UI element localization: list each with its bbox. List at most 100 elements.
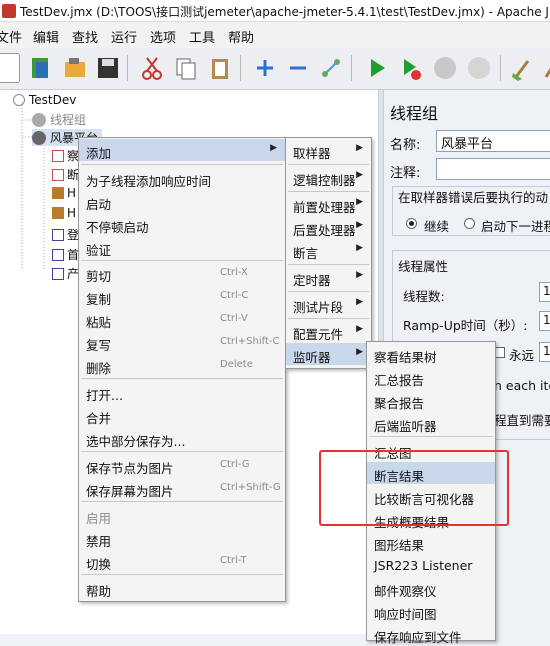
add-test-fragment[interactable]: 测试片段 ▶ bbox=[286, 293, 371, 315]
tree-child-1[interactable]: 察 bbox=[52, 147, 79, 164]
ctx-toggle[interactable]: 切换 Ctrl-T bbox=[79, 550, 285, 572]
paste-icon[interactable] bbox=[205, 53, 235, 83]
chevron-right-icon: ▶ bbox=[356, 197, 363, 207]
add-config-element[interactable]: 配置元件 ▶ bbox=[286, 320, 371, 342]
tree-root-node[interactable]: TestDev bbox=[13, 93, 76, 107]
ctx-delete[interactable]: 删除 Delete bbox=[79, 354, 285, 376]
tree-node-thread-group[interactable]: 线程组 bbox=[32, 111, 86, 128]
listener-save-responses[interactable]: 保存响应到文件 bbox=[367, 623, 495, 645]
tree-child-3[interactable]: H bbox=[52, 186, 76, 200]
add-timer[interactable]: 定时器 ▶ bbox=[286, 266, 371, 288]
listener-aggregate-report[interactable]: 聚合报告 bbox=[367, 389, 495, 411]
open-icon[interactable] bbox=[60, 53, 90, 83]
radio-continue[interactable] bbox=[406, 218, 417, 229]
toggle-icon[interactable] bbox=[316, 53, 346, 83]
stop-icon[interactable] bbox=[430, 53, 460, 83]
listener-response-time-graph[interactable]: 响应时间图 bbox=[367, 600, 495, 622]
thread-properties-label: 线程属性 bbox=[398, 259, 449, 274]
annotation-highlight-box bbox=[319, 450, 509, 526]
ctx-paste[interactable]: 粘贴 Ctrl-V bbox=[79, 308, 285, 330]
new-file-icon[interactable] bbox=[0, 53, 20, 83]
templates-icon[interactable] bbox=[26, 53, 56, 83]
delay-creation-label: 程直到需要 bbox=[494, 413, 550, 428]
collapse-icon[interactable] bbox=[283, 53, 313, 83]
ctx-add-response-time[interactable]: 为子线程添加响应时间 bbox=[79, 167, 285, 189]
menu-bar: 文件 编辑 查找 运行 选项 工具 帮助 bbox=[0, 22, 550, 48]
ctx-duplicate[interactable]: 复写 Ctrl+Shift-C bbox=[79, 331, 285, 353]
add-submenu: 取样器 ▶ 逻辑控制器 ▶ 前置处理器 ▶ 后置处理器 ▶ 断言 ▶ 定时器 ▶ 测试片段 ▶… bbox=[285, 137, 372, 369]
panel-title: 线程组 bbox=[390, 104, 439, 123]
add-listener[interactable]: 监听器 ▶ bbox=[286, 343, 371, 365]
ctx-enable: 启用 bbox=[86, 511, 112, 526]
start-icon[interactable] bbox=[362, 53, 392, 83]
menu-tools[interactable]: 工具 bbox=[189, 27, 215, 46]
threads-field[interactable]: 1 bbox=[539, 282, 550, 302]
forever-label: 永远 bbox=[509, 348, 535, 363]
chevron-right-icon: ▶ bbox=[356, 270, 363, 280]
context-menu: 添加 ▶ 为子线程添加响应时间 启动 不停顿启动 验证 剪切 Ctrl-X 复制 Ct… bbox=[78, 137, 286, 602]
comment-field[interactable] bbox=[436, 158, 550, 180]
menu-edit[interactable]: 编辑 bbox=[33, 27, 59, 46]
ctx-copy[interactable]: 复制 Ctrl-C bbox=[79, 285, 285, 307]
tree-child-5[interactable]: 登 bbox=[52, 226, 79, 243]
radio-next-loop-label: 启动下一进程 bbox=[481, 219, 550, 234]
ctx-help[interactable]: 帮助 bbox=[79, 577, 285, 599]
ctx-save-selection[interactable]: 选中部分保存为... bbox=[79, 427, 285, 449]
sampler-error-label: 在取样器错误后要执行的动 bbox=[398, 190, 549, 205]
ctx-add[interactable]: 添加 ▶ bbox=[79, 139, 285, 161]
start-no-pause-icon[interactable] bbox=[396, 53, 426, 83]
radio-next-loop[interactable] bbox=[464, 218, 475, 229]
tree-child-6[interactable]: 首 bbox=[52, 246, 79, 263]
expand-icon[interactable] bbox=[250, 53, 280, 83]
menu-search[interactable]: 查找 bbox=[72, 27, 98, 46]
ctx-save-screen-image[interactable]: 保存屏幕为图片 Ctrl+Shift-G bbox=[79, 477, 285, 499]
add-postprocessor[interactable]: 后置处理器 ▶ bbox=[286, 216, 371, 238]
menu-options[interactable]: 选项 bbox=[150, 27, 176, 46]
cut-icon[interactable] bbox=[137, 53, 167, 83]
toolbar bbox=[0, 48, 550, 90]
ctx-open[interactable]: 打开... bbox=[79, 381, 285, 403]
clear-icon[interactable] bbox=[508, 53, 538, 83]
menu-help[interactable]: 帮助 bbox=[228, 27, 254, 46]
rampup-label: Ramp-Up时间（秒）: bbox=[403, 318, 528, 333]
listener-summary-report[interactable]: 汇总报告 bbox=[367, 366, 495, 388]
name-field[interactable]: 风暴平台 bbox=[436, 130, 550, 152]
ctx-disable[interactable]: 禁用 bbox=[79, 527, 285, 549]
gear-icon bbox=[32, 131, 46, 145]
ctx-start[interactable]: 启动 bbox=[79, 190, 285, 212]
comment-label: 注释: bbox=[390, 166, 421, 181]
name-label: 名称: bbox=[390, 138, 421, 153]
same-user-label: n each ite bbox=[494, 378, 550, 393]
tree-child-7[interactable]: 产 bbox=[52, 265, 79, 282]
ctx-cut[interactable]: 剪切 Ctrl-X bbox=[79, 262, 285, 284]
chevron-right-icon: ▶ bbox=[356, 170, 363, 180]
ctx-save-node-image[interactable]: 保存节点为图片 Ctrl-G bbox=[79, 454, 285, 476]
listener-jsr223[interactable]: JSR223 Listener bbox=[367, 554, 495, 576]
ctx-validate[interactable]: 验证 bbox=[79, 236, 285, 258]
listener-graph-results[interactable]: 图形结果 bbox=[367, 531, 495, 553]
menu-run[interactable]: 运行 bbox=[111, 27, 137, 46]
add-sampler[interactable]: 取样器 ▶ bbox=[286, 139, 371, 161]
gear-icon bbox=[32, 113, 46, 127]
listener-backend[interactable]: 后端监听器 bbox=[367, 412, 495, 434]
add-preprocessor[interactable]: 前置处理器 ▶ bbox=[286, 193, 371, 215]
add-assertion[interactable]: 断言 ▶ bbox=[286, 239, 371, 261]
copy-icon[interactable] bbox=[171, 53, 201, 83]
save-icon[interactable] bbox=[93, 53, 123, 83]
tree-child-4[interactable]: H bbox=[52, 206, 76, 220]
loop-count-field[interactable]: 1 bbox=[539, 342, 550, 362]
test-plan-icon bbox=[13, 94, 25, 106]
rampup-field[interactable]: 1 bbox=[539, 311, 550, 331]
window-title: TestDev.jmx (D:\TOOS\接口测试jemeter\apache-… bbox=[20, 5, 550, 19]
listener-mailer[interactable]: 邮件观察仪 bbox=[367, 577, 495, 599]
ctx-merge[interactable]: 合并 bbox=[79, 404, 285, 426]
chevron-right-icon: ▶ bbox=[356, 220, 363, 230]
chevron-right-icon: ▶ bbox=[356, 243, 363, 253]
clear-all-icon[interactable] bbox=[540, 53, 550, 83]
shutdown-icon[interactable] bbox=[464, 53, 494, 83]
menu-file[interactable]: 文件 bbox=[0, 27, 22, 46]
ctx-start-no-pause[interactable]: 不停顿启动 bbox=[79, 213, 285, 235]
add-logic-controller[interactable]: 逻辑控制器 ▶ bbox=[286, 166, 371, 188]
tree-child-2[interactable]: 断 bbox=[52, 166, 79, 183]
listener-view-results-tree[interactable]: 察看结果树 bbox=[367, 343, 495, 365]
